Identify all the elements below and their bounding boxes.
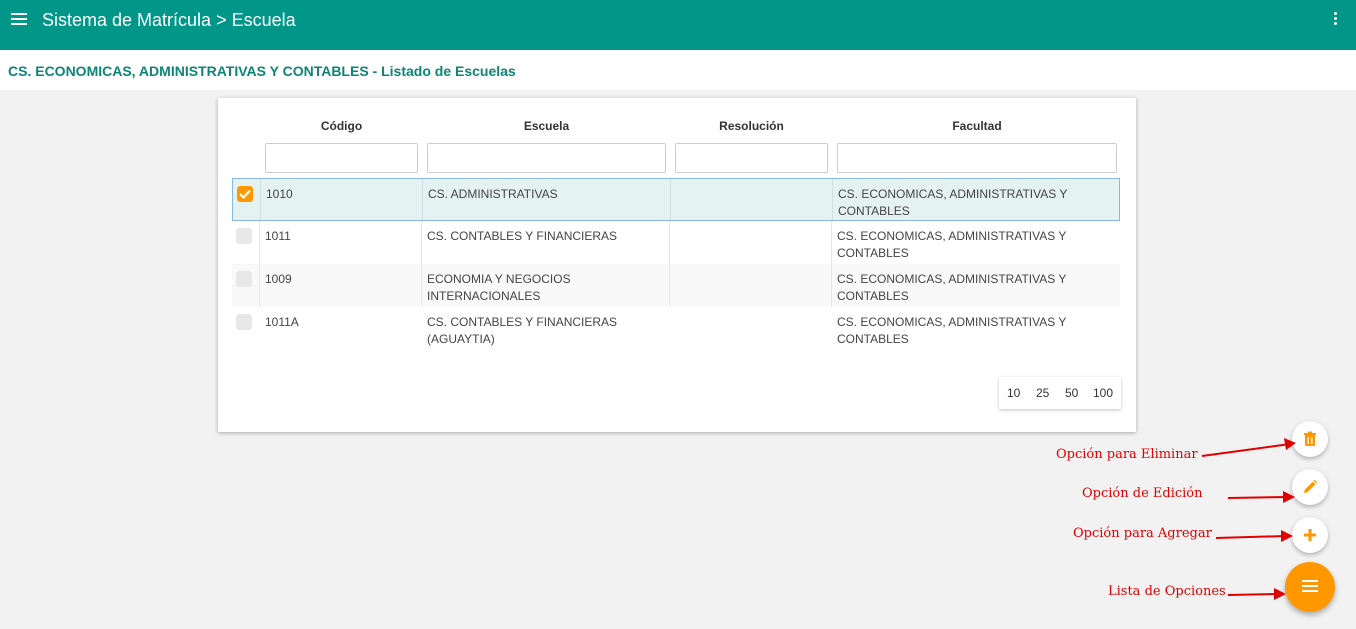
- annotation-arrows: [1201, 438, 1296, 600]
